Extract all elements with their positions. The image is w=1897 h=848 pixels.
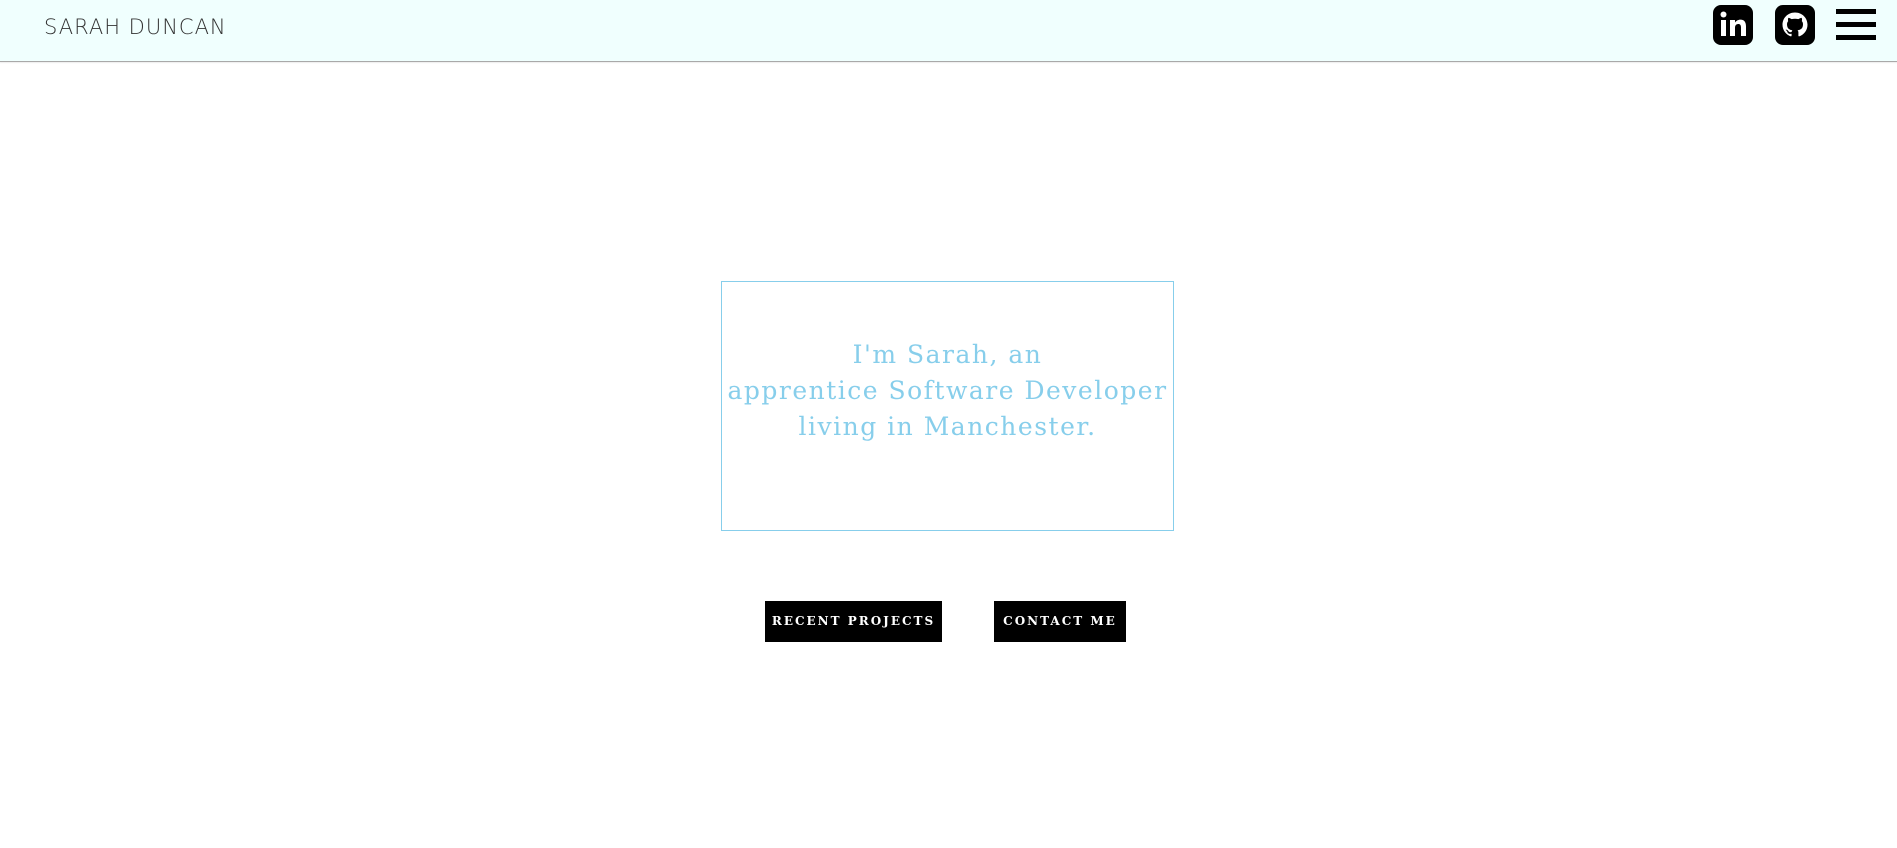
intro-heading: I'm Sarah, an apprentice Software Develo… xyxy=(722,337,1173,445)
linkedin-icon[interactable] xyxy=(1712,4,1754,46)
site-brand-name[interactable]: SARAH DUNCAN xyxy=(44,15,227,39)
recent-projects-button[interactable]: RECENT PROJECTS xyxy=(765,601,942,642)
contact-me-button[interactable]: CONTACT ME xyxy=(994,601,1126,642)
site-header: SARAH DUNCAN xyxy=(0,0,1897,62)
intro-card: I'm Sarah, an apprentice Software Develo… xyxy=(721,281,1174,531)
intro-line-1: I'm Sarah, an xyxy=(852,340,1043,369)
intro-line-2: apprentice Software Developer xyxy=(727,376,1168,405)
github-icon[interactable] xyxy=(1774,4,1816,46)
intro-line-3: living in Manchester. xyxy=(798,412,1097,441)
hamburger-menu-icon[interactable] xyxy=(1835,4,1877,46)
